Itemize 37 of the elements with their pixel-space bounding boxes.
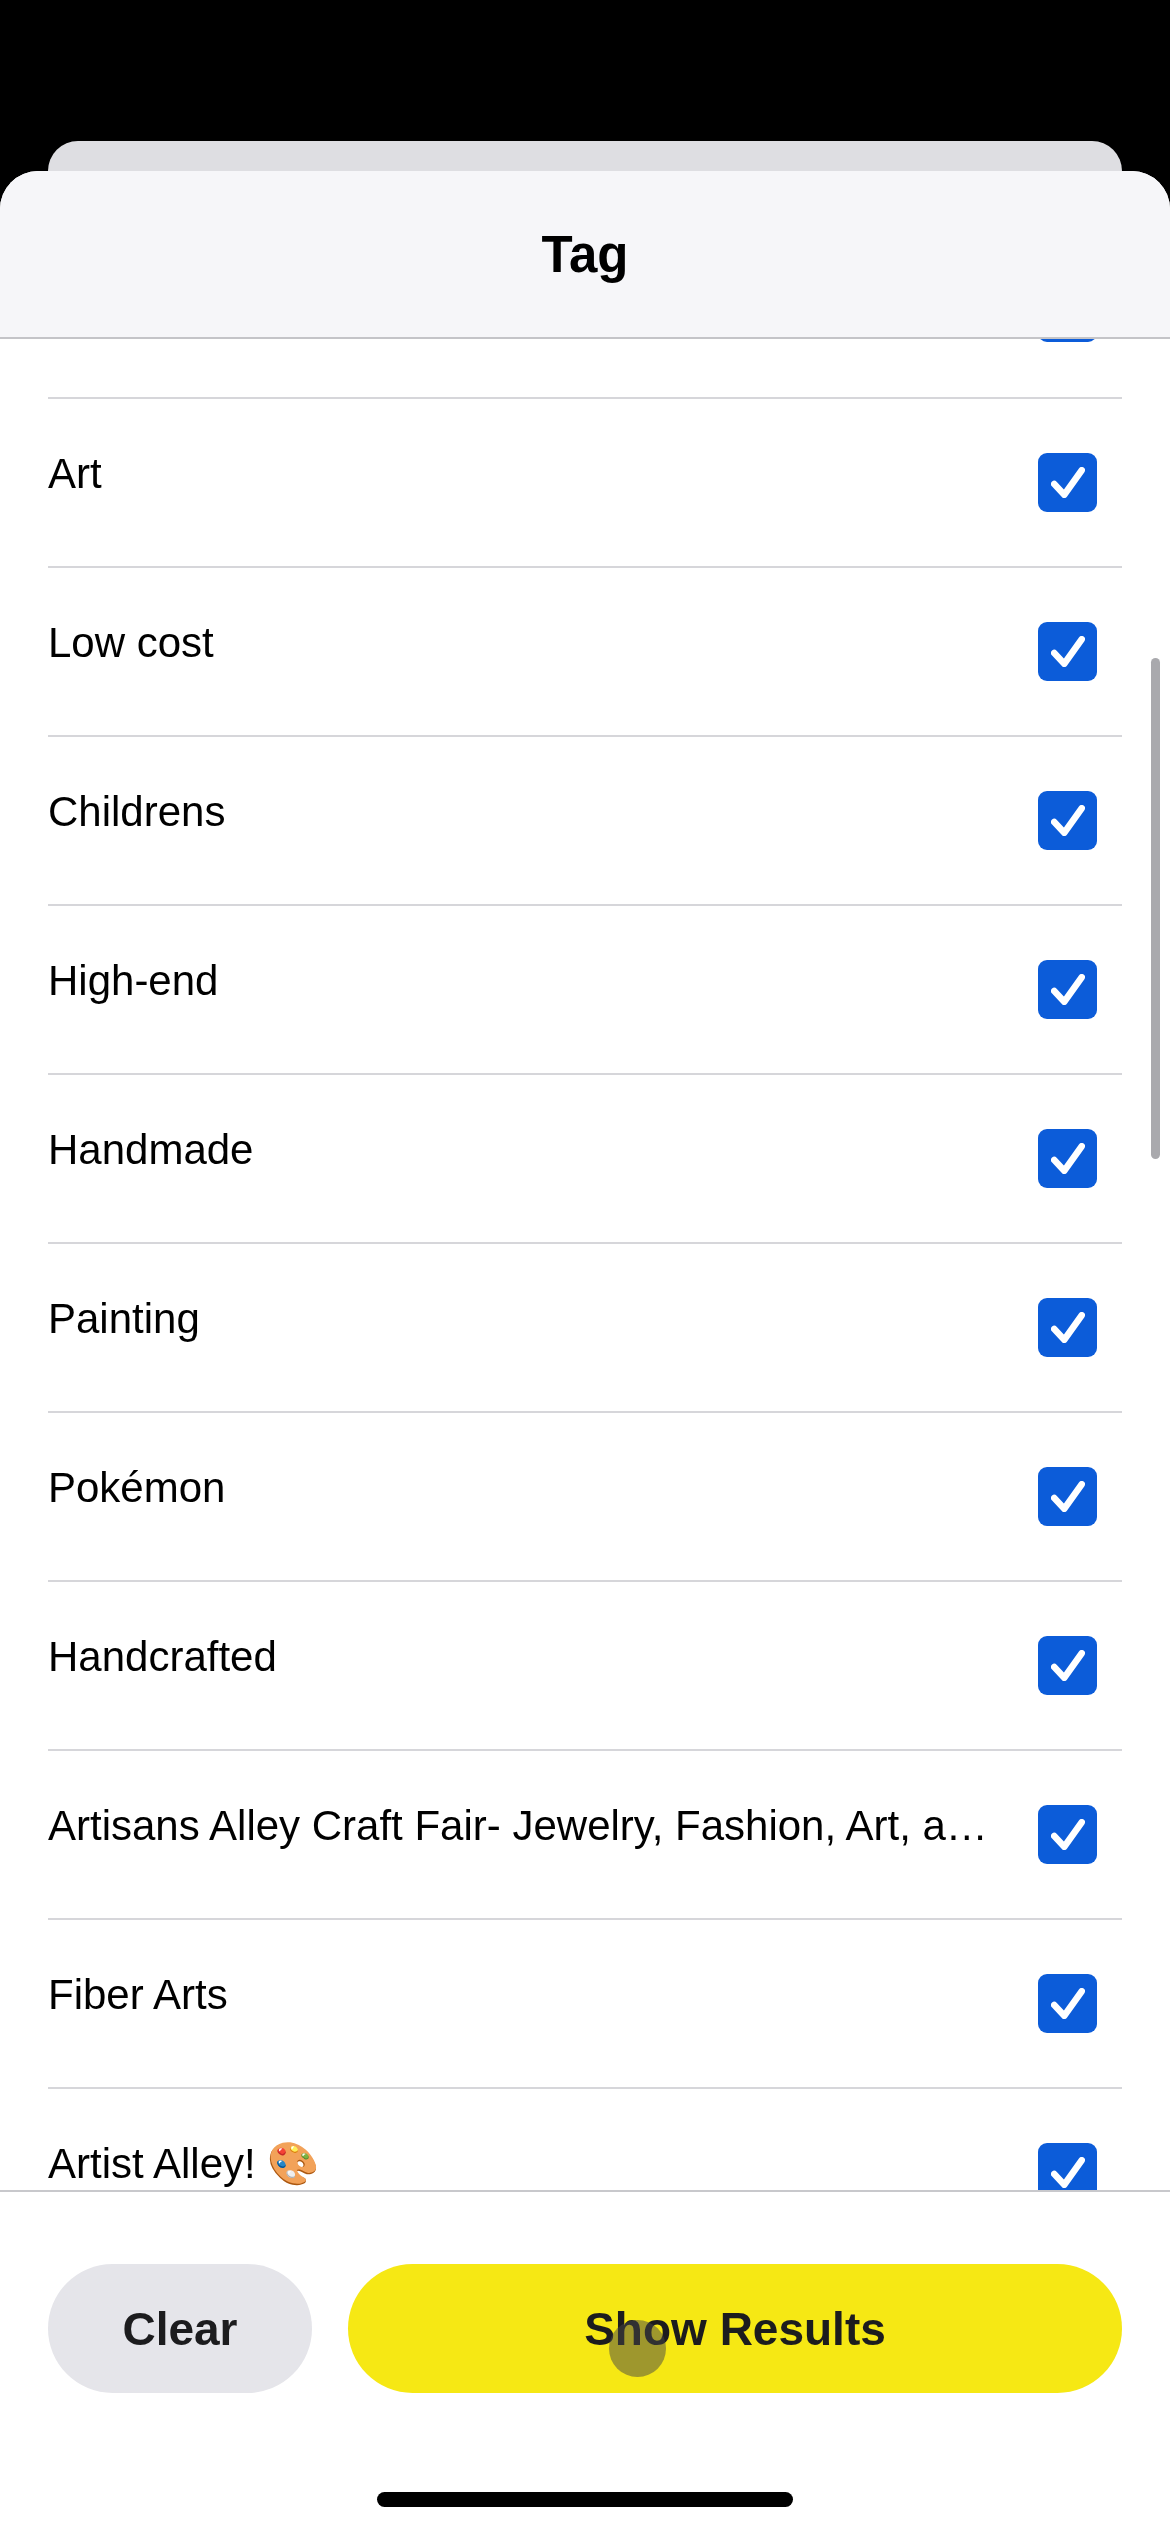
tag-label: Low cost — [48, 621, 214, 664]
checkmark-icon — [1050, 1819, 1085, 1850]
checkbox[interactable] — [1038, 2143, 1097, 2190]
checkmark-icon — [1050, 1988, 1085, 2019]
checkbox[interactable] — [1038, 1129, 1097, 1188]
checkmark-icon — [1050, 1143, 1085, 1174]
checkmark-icon — [1050, 1312, 1085, 1343]
checkmark-icon — [1050, 636, 1085, 667]
checkbox[interactable] — [1038, 1636, 1097, 1695]
checkmark-icon — [1050, 467, 1085, 498]
checkmark-icon — [1050, 2157, 1085, 2188]
tag-label: Art — [48, 452, 102, 495]
checkbox[interactable] — [1038, 1974, 1097, 2033]
tag-label: Pokémon — [48, 1466, 226, 1509]
checkmark-icon — [1050, 1650, 1085, 1681]
checkmark-icon — [1050, 974, 1085, 1005]
checkmark-icon — [1050, 805, 1085, 836]
tag-label: Artisans Alley Craft Fair- Jewelry, Fashion, Art, a… — [48, 1804, 988, 1847]
tag-label: High-end — [48, 959, 219, 1002]
checkbox[interactable] — [1038, 1805, 1097, 1864]
checkmark-icon — [1050, 1481, 1085, 1512]
checkbox[interactable] — [1038, 791, 1097, 850]
tag-label: Childrens — [48, 790, 226, 833]
tag-label: Painting — [48, 1297, 200, 1340]
tag-label: Handcrafted — [48, 1635, 277, 1678]
clear-button[interactable]: Clear — [48, 2264, 312, 2393]
tag-label: Handmade — [48, 1128, 254, 1171]
checkbox[interactable] — [1038, 1467, 1097, 1526]
checkbox[interactable] — [1038, 960, 1097, 1019]
scrollbar[interactable] — [1151, 658, 1160, 1159]
checkbox[interactable] — [1038, 1298, 1097, 1357]
checkbox[interactable] — [1038, 622, 1097, 681]
show-results-button[interactable]: Show Results — [348, 2264, 1122, 2393]
tag-label: Fiber Arts — [48, 1973, 228, 2016]
tag-label: Artist Alley! 🎨 — [48, 2142, 320, 2185]
checkbox[interactable] — [1038, 453, 1097, 512]
sheet-title: Tag — [541, 224, 629, 284]
